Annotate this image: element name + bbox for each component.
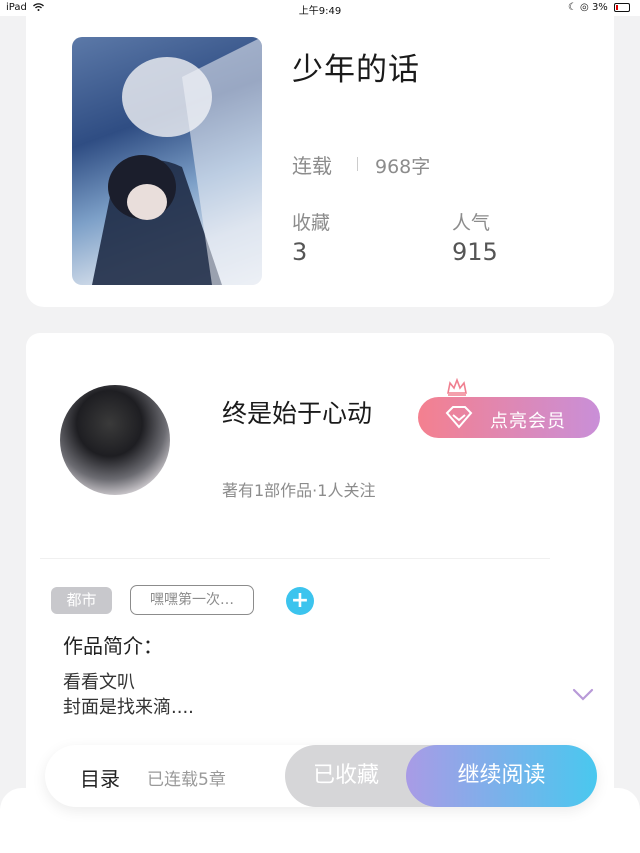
chevron-down-icon[interactable] [572,688,594,702]
moon-icon: ☾ [567,2,577,13]
intro-heading: 作品简介： [63,634,163,658]
status-time: 上午9:49 [298,6,342,17]
popularity-label: 人气 [452,212,491,234]
status-bar: iPad 上午9:49 ☾ ◎ 3% [0,0,640,17]
favorites-label: 收藏 [292,212,331,234]
toc-button[interactable]: 目录 [80,763,120,792]
add-tag-button[interactable]: + [286,587,314,615]
author-name[interactable]: 终是始于心动 [222,394,372,430]
continue-reading-button[interactable]: 继续阅读 [406,745,597,807]
cover-illustration [92,37,262,285]
author-stats: 著有1部作品·1人关注 [222,481,376,500]
battery-icon [614,2,630,12]
lock-rotation-icon: ◎ [580,2,589,13]
intro-line-2: 封面是找来滴.... [63,697,194,718]
plus-icon: + [290,588,310,613]
intro-line-1: 看看文叭 [63,672,135,693]
book-title: 少年的话 [292,52,420,88]
book-status: 连载 [292,154,332,178]
author-avatar[interactable] [60,385,170,495]
category-tag[interactable]: 都市 [51,587,112,614]
chapter-count: 已连载5章 [147,770,226,790]
custom-tag[interactable]: 嘿嘿第一次… [130,585,254,615]
status-right: ☾ ◎ 3% [568,2,630,13]
section-divider [40,558,550,559]
vip-button-label: 点亮会员 [490,411,566,432]
diamond-icon [445,406,473,429]
book-word-count: 968字 [375,156,431,178]
book-cover-image[interactable] [72,37,262,285]
crown-icon [447,378,467,396]
favorites-count: 3 [292,238,308,266]
vip-button[interactable]: 点亮会员 [418,397,600,438]
status-divider [357,157,358,171]
popularity-count: 915 [452,238,498,266]
battery-percent: 3% [591,2,608,13]
